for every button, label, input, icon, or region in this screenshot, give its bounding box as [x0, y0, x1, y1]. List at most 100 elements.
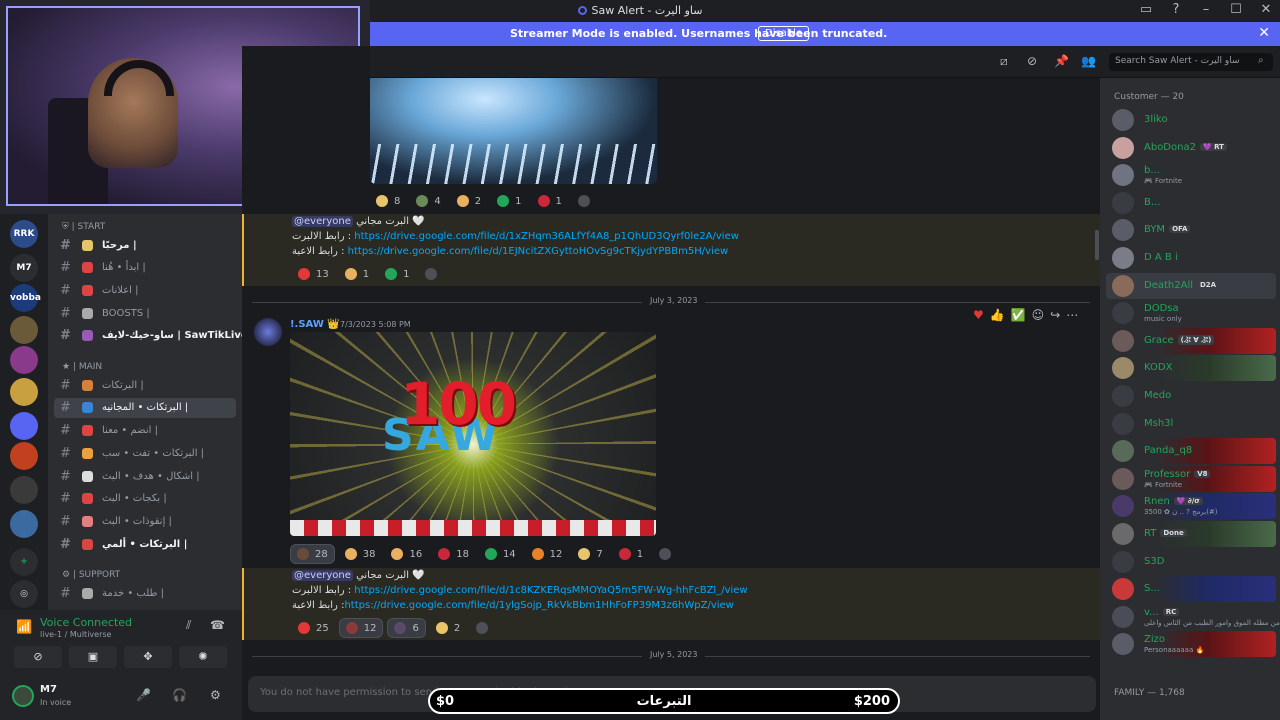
- reaction-pill[interactable]: 4: [410, 191, 446, 211]
- attachment-image-top[interactable]: [370, 78, 657, 184]
- member-item[interactable]: Grace (ぷ ∀ ぷ): [1106, 327, 1276, 354]
- settings-gear-icon[interactable]: ⚙: [210, 688, 221, 702]
- heart-react-icon[interactable]: ♥: [973, 308, 984, 322]
- channel-item[interactable]: # انضم • معنا |: [54, 421, 236, 441]
- minimize-button[interactable]: –: [1198, 2, 1214, 17]
- pin-icon[interactable]: 📌: [1054, 54, 1069, 68]
- member-item[interactable]: RT Done: [1106, 521, 1276, 547]
- camera-off-button[interactable]: ⊘: [14, 646, 62, 668]
- member-item[interactable]: Panda_q8: [1106, 438, 1276, 465]
- member-item[interactable]: KODX: [1106, 355, 1276, 382]
- reaction-pill[interactable]: 7: [572, 544, 608, 564]
- add-reaction-button[interactable]: [572, 191, 596, 211]
- everyone-mention[interactable]: @everyone: [292, 216, 353, 227]
- member-item[interactable]: DODsa music only: [1106, 300, 1276, 326]
- forward-icon[interactable]: ↪: [1050, 308, 1060, 322]
- activities-button[interactable]: ✥: [124, 646, 172, 668]
- reaction-pill[interactable]: 1: [339, 264, 375, 284]
- threads-icon[interactable]: ⧄: [1000, 54, 1008, 69]
- channel-item[interactable]: # البرتكات • المجانيه |: [54, 398, 236, 418]
- channel-item[interactable]: # طلب • خدمة |: [54, 584, 236, 604]
- channel-item[interactable]: # ساو-خيك-لايف | SawTikLive: [54, 326, 242, 346]
- add-reaction-button[interactable]: [470, 618, 494, 638]
- reaction-pill[interactable]: 1: [613, 544, 649, 564]
- member-item[interactable]: D A B i: [1106, 245, 1276, 271]
- member-item[interactable]: Professor V8 🎮 Fortnite: [1106, 465, 1276, 492]
- screen-share-button[interactable]: ▣: [69, 646, 117, 668]
- microphone-icon[interactable]: 🎤: [136, 688, 151, 702]
- server-icon[interactable]: [10, 346, 38, 374]
- post1-link1[interactable]: https://drive.google.com/file/d/1xZHqm36…: [354, 231, 739, 242]
- reaction-pill[interactable]: 12: [338, 618, 384, 638]
- member-item[interactable]: S...: [1106, 576, 1276, 603]
- category-start[interactable]: ⛨ | START: [62, 222, 105, 232]
- server-icon[interactable]: vobba: [10, 284, 41, 312]
- reaction-pill[interactable]: 2: [430, 618, 466, 638]
- category-main[interactable]: ★ | MAIN: [62, 362, 102, 372]
- server-icon[interactable]: [10, 378, 38, 406]
- reaction-pill[interactable]: 16: [385, 544, 428, 564]
- maximize-button[interactable]: ☐: [1228, 2, 1244, 17]
- server-icon[interactable]: M7 DN: [10, 254, 38, 301]
- avatar[interactable]: [12, 685, 34, 707]
- add-reaction-icon[interactable]: ☺: [1032, 308, 1045, 322]
- chat-scrollbar[interactable]: [1095, 230, 1099, 260]
- reaction-pill[interactable]: 2: [451, 191, 487, 211]
- reaction-pill[interactable]: 28: [290, 544, 335, 564]
- explore-servers-icon[interactable]: ◎: [10, 580, 38, 608]
- author-avatar[interactable]: [254, 318, 282, 346]
- reaction-pill[interactable]: 6: [387, 618, 426, 638]
- channel-item[interactable]: # مرحبًا |: [54, 236, 236, 256]
- post2-link1[interactable]: https://drive.google.com/file/d/1c8KZKER…: [354, 585, 747, 596]
- add-reaction-button[interactable]: [419, 264, 443, 284]
- user-name[interactable]: M7: [40, 684, 57, 695]
- reaction-pill[interactable]: 14: [479, 544, 522, 564]
- noise-suppression-icon[interactable]: ⫽: [186, 618, 191, 633]
- channel-item[interactable]: # البرتكات • ألمي |: [54, 535, 236, 555]
- everyone-mention-2[interactable]: @everyone: [292, 570, 353, 581]
- member-item[interactable]: Zizo Personaaaaaa 🔥: [1106, 631, 1276, 658]
- member-item[interactable]: BYM OFA: [1106, 217, 1276, 243]
- server-icon[interactable]: [10, 476, 38, 504]
- disable-streamer-mode-button[interactable]: Disable: [758, 26, 810, 41]
- inbox-icon[interactable]: ▭: [1138, 2, 1154, 17]
- member-item[interactable]: Rnen 💜 ∂/σ 3500 ✿ برمج ? .. ن(#): [1106, 493, 1276, 520]
- channel-item[interactable]: # البرتكات • تفت • سب |: [54, 444, 236, 464]
- members-icon[interactable]: 👥: [1081, 54, 1096, 68]
- signal-icon[interactable]: 📶: [16, 620, 32, 635]
- member-item[interactable]: S3D: [1106, 549, 1276, 575]
- message-author[interactable]: !.SAW 👑: [290, 319, 340, 330]
- member-item[interactable]: B...: [1106, 190, 1276, 216]
- search-input[interactable]: Search Saw Alert - ساو اليرت: [1109, 53, 1273, 71]
- channel-item[interactable]: # إنقوذات • البث |: [54, 512, 236, 532]
- category-support[interactable]: ⚙ | SUPPORT: [62, 570, 120, 580]
- soundboard-button[interactable]: ✺: [179, 646, 227, 668]
- channel-item[interactable]: # بكجات • البث |: [54, 489, 236, 509]
- member-item[interactable]: Medo: [1106, 383, 1276, 409]
- reaction-pill[interactable]: 8: [370, 191, 406, 211]
- reaction-pill[interactable]: 25: [292, 618, 335, 638]
- reaction-pill[interactable]: 1: [379, 264, 415, 284]
- post1-link2[interactable]: https://drive.google.com/file/d/1EJNcitZ…: [348, 246, 729, 257]
- server-icon[interactable]: [10, 442, 38, 470]
- help-icon[interactable]: ?: [1168, 2, 1184, 17]
- server-icon[interactable]: [10, 412, 38, 440]
- voice-status[interactable]: Voice Connected: [40, 616, 132, 629]
- server-icon[interactable]: [10, 510, 38, 538]
- add-reaction-button[interactable]: [653, 544, 677, 564]
- server-icon[interactable]: [10, 316, 38, 344]
- reaction-pill[interactable]: 38: [339, 544, 382, 564]
- more-options-icon[interactable]: ⋯: [1066, 308, 1078, 322]
- reaction-pill[interactable]: 18: [432, 544, 475, 564]
- channel-item[interactable]: # اشكال • هدف • البث |: [54, 467, 236, 487]
- member-item[interactable]: v... RC من مطله الموق وامور الطيب من الثاس…: [1106, 604, 1280, 630]
- add-server-icon[interactable]: +: [10, 548, 38, 576]
- close-banner-icon[interactable]: ✕: [1258, 25, 1270, 41]
- server-icon[interactable]: RRK: [10, 220, 38, 248]
- post2-link2[interactable]: https://drive.google.com/file/d/1ylgSojp…: [344, 600, 733, 611]
- channel-item[interactable]: # ابدأ • هُنا |: [54, 258, 236, 278]
- close-window-button[interactable]: ✕: [1258, 2, 1274, 17]
- headphones-icon[interactable]: 🎧: [172, 688, 187, 702]
- member-item[interactable]: 3liko: [1106, 107, 1276, 133]
- channel-item[interactable]: # البرتكات |: [54, 376, 236, 396]
